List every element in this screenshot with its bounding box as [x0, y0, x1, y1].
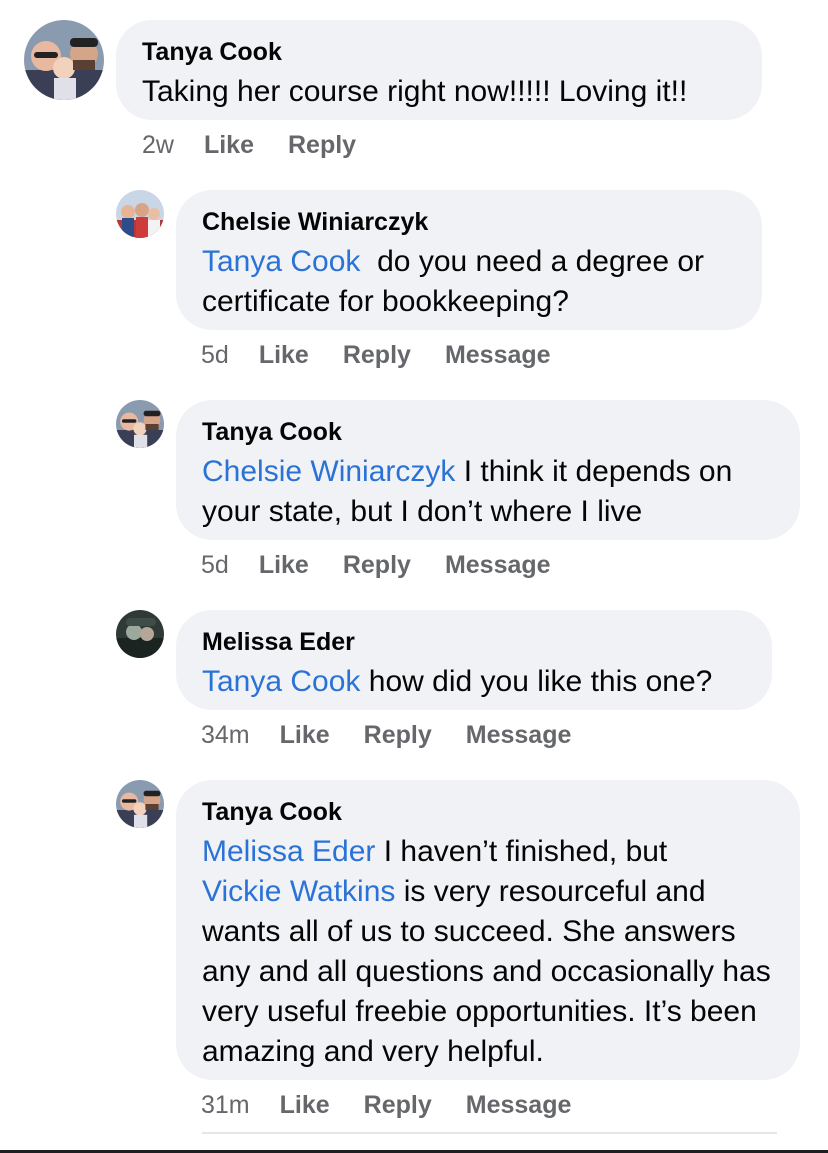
comment-author[interactable]: Tanya Cook — [202, 798, 774, 826]
avatar-photo-icon — [116, 780, 164, 828]
chelsie-winiarczyk-avatar[interactable] — [116, 190, 164, 238]
like-button[interactable]: Like — [204, 131, 254, 159]
comment-author[interactable]: Tanya Cook — [142, 38, 736, 66]
message-button[interactable]: Message — [466, 721, 572, 749]
avatar-photo-icon — [116, 400, 164, 448]
comment-actions: 5d Like Reply Message — [201, 550, 585, 580]
mention-link[interactable]: Tanya Cook — [202, 245, 360, 278]
comment-actions: 31m Like Reply Message — [201, 1090, 605, 1120]
comment-body: I haven’t finished, but — [383, 835, 668, 868]
tanya-cook-avatar[interactable] — [24, 20, 104, 100]
comment-author[interactable]: Chelsie Winiarczyk — [202, 208, 736, 236]
comment-actions: 2w Like Reply — [142, 130, 390, 160]
comment-text: Tanya Cook how did you like this one? — [202, 662, 746, 702]
message-button[interactable]: Message — [466, 1091, 572, 1119]
reply-divider — [202, 1132, 777, 1134]
reply-button[interactable]: Reply — [288, 131, 356, 159]
message-button[interactable]: Message — [445, 341, 551, 369]
like-button[interactable]: Like — [259, 341, 309, 369]
like-button[interactable]: Like — [280, 1091, 330, 1119]
avatar-photo-icon — [116, 190, 164, 238]
comment-actions: 5d Like Reply Message — [201, 340, 585, 370]
avatar-photo-icon — [24, 20, 104, 100]
comment-bubble: Tanya Cook Melissa Eder I haven’t finish… — [176, 780, 800, 1080]
like-button[interactable]: Like — [259, 551, 309, 579]
like-button[interactable]: Like — [280, 721, 330, 749]
avatar-photo-icon — [116, 610, 164, 658]
reply-button[interactable]: Reply — [343, 341, 411, 369]
comment-text: Tanya Cook do you need a degree or certi… — [202, 242, 736, 322]
comment-text: Melissa Eder I haven’t finished, but Vick… — [202, 832, 774, 1072]
comment-timestamp[interactable]: 31m — [201, 1091, 250, 1119]
comment-author[interactable]: Tanya Cook — [202, 418, 774, 446]
tanya-cook-avatar[interactable] — [116, 400, 164, 448]
comment-timestamp[interactable]: 2w — [142, 131, 174, 159]
message-button[interactable]: Message — [445, 551, 551, 579]
reply-button[interactable]: Reply — [343, 551, 411, 579]
comment-author[interactable]: Melissa Eder — [202, 628, 746, 656]
comment-body: your state, but I don’t where I live — [202, 495, 643, 528]
mention-link[interactable]: Melissa Eder — [202, 835, 375, 868]
comment-timestamp[interactable]: 5d — [201, 551, 229, 579]
tanya-cook-avatar[interactable] — [116, 780, 164, 828]
comment-text: Taking her course right now!!!!! Loving … — [142, 75, 688, 108]
reply-button[interactable]: Reply — [364, 721, 432, 749]
comment-timestamp[interactable]: 5d — [201, 341, 229, 369]
comment-bubble: Melissa Eder Tanya Cook how did you like… — [176, 610, 772, 710]
comment-bubble: Tanya Cook Chelsie Winiarczyk I think it… — [176, 400, 800, 540]
comment-timestamp[interactable]: 34m — [201, 721, 250, 749]
mention-link[interactable]: Vickie Watkins — [202, 875, 395, 908]
mention-link[interactable]: Tanya Cook — [202, 665, 360, 698]
melissa-eder-avatar[interactable] — [116, 610, 164, 658]
reply-button[interactable]: Reply — [364, 1091, 432, 1119]
comment-body: I think it depends on — [463, 455, 733, 488]
comment-actions: 34m Like Reply Message — [201, 720, 605, 750]
comment-bubble: Chelsie Winiarczyk Tanya Cook do you nee… — [176, 190, 762, 330]
comment-body: how did you like this one? — [368, 665, 713, 698]
comment-text: Chelsie Winiarczyk I think it depends on… — [202, 452, 774, 532]
mention-link[interactable]: Chelsie Winiarczyk — [202, 455, 455, 488]
comment-bubble: Tanya Cook Taking her course right now!!… — [116, 20, 762, 120]
